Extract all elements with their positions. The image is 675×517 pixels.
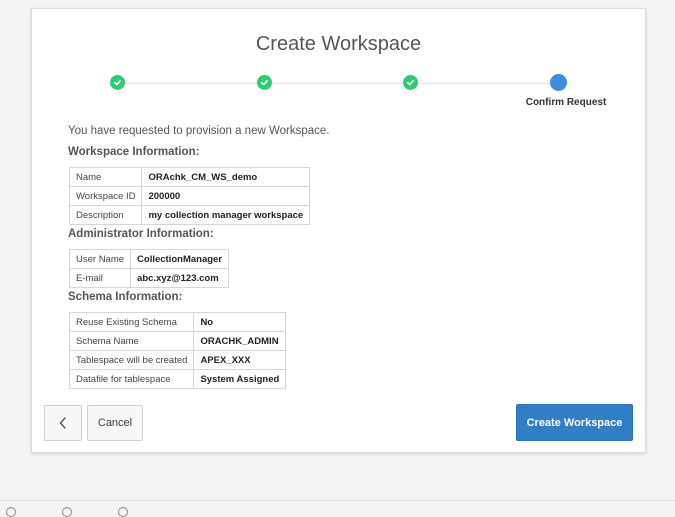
row-value: ORAchk_CM_WS_demo xyxy=(141,167,311,187)
row-label: Tablespace will be created xyxy=(68,350,195,370)
wizard-step-2-complete xyxy=(257,75,272,90)
wizard-step-3-complete xyxy=(403,75,418,90)
row-value: my collection manager workspace xyxy=(141,205,311,225)
create-workspace-button[interactable]: Create Workspace xyxy=(516,404,633,441)
row-value: 200000 xyxy=(141,186,311,206)
check-icon xyxy=(113,79,122,86)
check-icon xyxy=(406,79,415,86)
create-workspace-dialog: Create Workspace Confirm Request You hav… xyxy=(31,8,646,453)
row-value: No xyxy=(193,312,287,332)
workspace-info-heading: Workspace Information: xyxy=(68,146,200,158)
intro-text: You have requested to provision a new Wo… xyxy=(68,125,330,137)
footer-icon[interactable] xyxy=(6,507,16,517)
row-value: APEX_XXX xyxy=(193,350,287,370)
row-value: System Assigned xyxy=(193,369,287,389)
table-row: Tablespace will be created APEX_XXX xyxy=(68,350,287,370)
table-row: Workspace ID 200000 xyxy=(68,186,311,206)
page-divider xyxy=(0,500,675,501)
schema-info-heading: Schema Information: xyxy=(68,291,183,303)
footer-icon[interactable] xyxy=(118,507,128,517)
table-row: E-mail abc.xyz@123.com xyxy=(68,268,230,288)
wizard-step-1-complete xyxy=(110,75,125,90)
row-label: Schema Name xyxy=(68,331,195,351)
cancel-button[interactable]: Cancel xyxy=(87,405,143,441)
workspace-info-table: Name ORAchk_CM_WS_demo Workspace ID 2000… xyxy=(68,167,311,225)
wizard-current-step-label: Confirm Request xyxy=(525,97,607,108)
table-row: Reuse Existing Schema No xyxy=(68,312,287,332)
table-row: Description my collection manager worksp… xyxy=(68,205,311,225)
administrator-info-heading: Administrator Information: xyxy=(68,228,214,240)
row-label: Reuse Existing Schema xyxy=(68,312,195,332)
row-value: CollectionManager xyxy=(130,249,230,269)
row-value: abc.xyz@123.com xyxy=(130,268,230,288)
table-row: User Name CollectionManager xyxy=(68,249,230,269)
row-label: Name xyxy=(68,167,143,187)
dialog-title: Create Workspace xyxy=(255,33,422,55)
table-row: Schema Name ORACHK_ADMIN xyxy=(68,331,287,351)
wizard-step-4-current xyxy=(550,74,567,91)
back-button[interactable] xyxy=(44,405,82,441)
check-icon xyxy=(260,79,269,86)
table-row: Name ORAchk_CM_WS_demo xyxy=(68,167,311,187)
row-label: User Name xyxy=(68,249,132,269)
row-label: Datafile for tablespace xyxy=(68,369,195,389)
administrator-info-table: User Name CollectionManager E-mail abc.x… xyxy=(68,249,230,288)
row-label: E-mail xyxy=(68,268,132,288)
schema-info-table: Reuse Existing Schema No Schema Name ORA… xyxy=(68,312,287,389)
table-row: Datafile for tablespace System Assigned xyxy=(68,369,287,389)
wizard-progress-line xyxy=(117,83,559,84)
chevron-left-icon xyxy=(59,417,66,429)
row-label: Description xyxy=(68,205,143,225)
footer-icon[interactable] xyxy=(62,507,72,517)
row-value: ORACHK_ADMIN xyxy=(193,331,287,351)
row-label: Workspace ID xyxy=(68,186,143,206)
